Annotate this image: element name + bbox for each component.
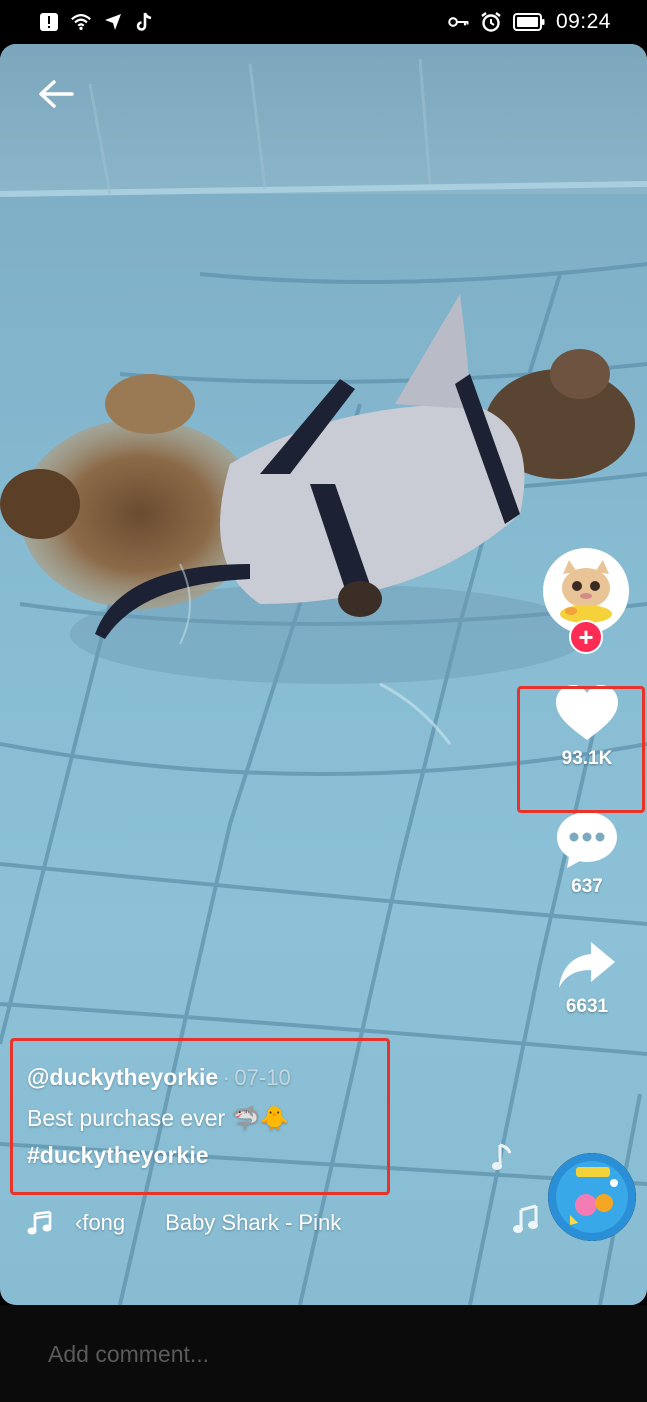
location-arrow-icon (102, 11, 124, 33)
music-creator: ‹fong (75, 1210, 126, 1235)
arrow-left-icon (39, 80, 74, 108)
status-time: 09:24 (555, 10, 611, 33)
status-left-icons (38, 11, 156, 33)
comment-bar: Add comment... (0, 1305, 647, 1402)
wifi-icon (70, 11, 92, 33)
music-note-icon (513, 1204, 538, 1233)
share-button[interactable]: 6631 (557, 940, 617, 1018)
music-note-icon (492, 1143, 512, 1170)
music-note-icon (27, 1210, 52, 1235)
comment-count: 637 (571, 876, 603, 897)
music-disc[interactable] (548, 1153, 636, 1241)
like-highlight-box (517, 686, 645, 813)
tiktok-icon (134, 11, 156, 33)
back-button[interactable] (34, 72, 78, 116)
battery-icon (512, 11, 546, 33)
comment-input[interactable]: Add comment... (48, 1341, 209, 1368)
avatar-image (560, 560, 612, 623)
share-arrow-icon (559, 942, 615, 988)
alert-icon (38, 11, 60, 33)
music-title: Baby Shark - Pink (165, 1210, 342, 1235)
share-count: 6631 (565, 996, 609, 1017)
album-cover-image (548, 1153, 636, 1241)
key-icon (448, 11, 470, 33)
comment-button[interactable]: 637 (555, 810, 619, 898)
comment-bubble-icon (557, 812, 617, 868)
status-right-icons: 09:24 (448, 10, 611, 34)
alarm-icon (480, 11, 502, 33)
status-bar: 09:24 (0, 0, 647, 44)
music-row[interactable]: ‹fong Baby Shark - Pink (27, 1210, 341, 1236)
caption-highlight-box (10, 1038, 390, 1195)
creator-avatar-wrap: + (543, 548, 631, 658)
follow-button[interactable]: + (569, 620, 603, 654)
plus-icon: + (578, 622, 594, 652)
